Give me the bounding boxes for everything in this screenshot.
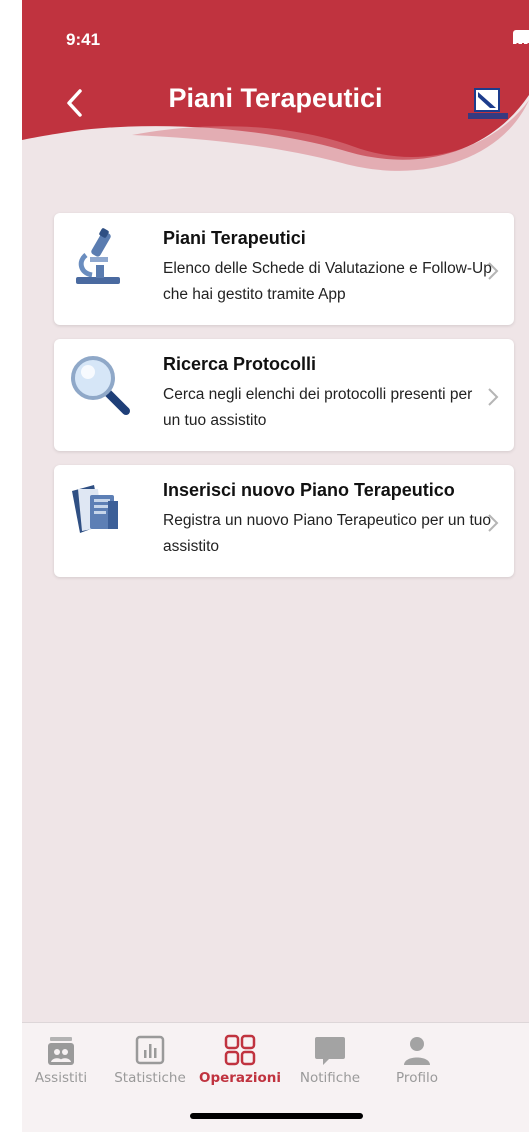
user-icon: [404, 1037, 430, 1065]
tab-label: Profilo: [396, 1070, 438, 1086]
card-title: Piani Terapeutici: [163, 228, 306, 248]
header: 9:41 Piani Terapeutici: [22, 0, 529, 180]
chat-bubble-icon: [315, 1037, 345, 1065]
grid-icon: [224, 1034, 256, 1066]
region-logo: [468, 86, 508, 120]
card-description: Registra un nuovo Piano Terapeutico per …: [163, 512, 492, 555]
chevron-right-icon: [488, 388, 499, 406]
tab-notifiche[interactable]: Notifiche: [285, 1033, 375, 1086]
home-indicator: [190, 1113, 363, 1119]
card-ricerca-protocolli[interactable]: Ricerca Protocolli Cerca negli elenchi d…: [54, 339, 514, 451]
chevron-right-icon: [488, 262, 499, 280]
app-screen: 9:41 Piani Terapeutici Piani Terapeutici…: [22, 0, 529, 1132]
card-description: Cerca negli elenchi dei protocolli prese…: [163, 386, 473, 429]
tab-profilo[interactable]: Profilo: [372, 1033, 462, 1086]
people-card-icon: [48, 1037, 74, 1065]
tab-label: Operazioni: [198, 1070, 282, 1086]
page-title: Piani Terapeutici: [168, 83, 383, 113]
magnifier-icon: [71, 356, 130, 415]
battery-icon: [513, 30, 529, 43]
file-folder-icon: [72, 485, 118, 533]
card-inserisci-piano[interactable]: Inserisci nuovo Piano Terapeutico Regist…: [54, 465, 514, 577]
tab-operazioni[interactable]: Operazioni: [195, 1033, 285, 1086]
card-piani-terapeutici[interactable]: Piani Terapeutici Elenco delle Schede di…: [54, 213, 514, 325]
status-time: 9:41: [66, 30, 101, 49]
tab-statistiche[interactable]: Statistiche: [105, 1033, 195, 1086]
chevron-right-icon: [488, 514, 499, 532]
tab-label: Statistiche: [114, 1070, 186, 1086]
card-description: Elenco delle Schede di Valutazione e Fol…: [163, 260, 492, 303]
card-title: Inserisci nuovo Piano Terapeutico: [163, 480, 455, 500]
bar-chart-icon: [135, 1035, 165, 1065]
tab-label: Assistiti: [34, 1070, 88, 1086]
tab-label: Notifiche: [299, 1070, 361, 1086]
card-title: Ricerca Protocolli: [163, 354, 317, 374]
tab-assistiti[interactable]: Assistiti: [22, 1033, 106, 1086]
microscope-icon: [76, 228, 120, 284]
